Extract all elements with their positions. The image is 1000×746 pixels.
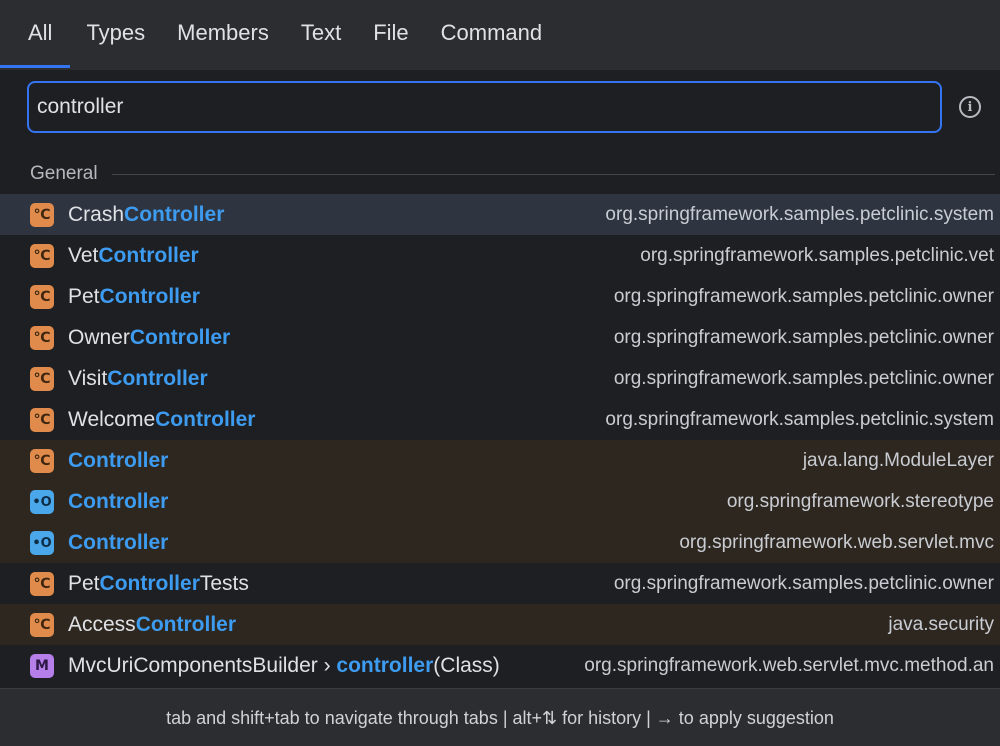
result-row[interactable]: ℃ AccessController java.security [0,604,1000,645]
result-name-match: Controller [68,531,169,554]
result-row[interactable]: ℃ VetController org.springframework.sample… [0,235,1000,276]
result-name-prefix: Pet [68,572,100,595]
method-icon: M [30,654,54,678]
result-name-match: Controller [68,490,169,513]
search-everywhere-popup: All Types Members Text File Command i Ge… [0,0,1000,746]
results-list: ℃ CrashController org.springframework.samp… [0,194,1000,704]
result-name-match: controller [336,654,434,677]
result-name-match: Controller [99,572,200,595]
result-name: VetController [68,235,199,276]
result-name-prefix: Owner [68,326,130,349]
result-name-match: Controller [135,613,237,636]
result-name-prefix: Visit [68,367,108,390]
result-name: Controller [68,440,168,481]
result-row[interactable]: ℃ CrashController org.springframework.samp… [0,194,1000,235]
tab-types[interactable]: Types [70,0,161,68]
section-divider [111,173,995,175]
result-name-match: Controller [124,203,225,226]
result-name: CrashController [68,194,224,235]
annotation-icon: •O [30,490,54,514]
result-row[interactable]: ℃ Controller java.lang.ModuleLayer [0,440,1000,481]
result-name: VisitController [68,358,208,399]
result-name-prefix: Vet [68,244,99,267]
result-name-suffix: Tests [199,572,249,595]
result-name: PetControllerTests [68,563,249,604]
result-name: AccessController [68,604,236,645]
result-row[interactable]: ℃ OwnerController org.springframework.samp… [0,317,1000,358]
result-name-match: Controller [99,285,200,308]
tab-text[interactable]: Text [285,0,357,68]
result-name: MvcUriComponentsBuilder › controller(Cla… [68,645,500,686]
result-row[interactable]: ℃ PetController org.springframework.sample… [0,276,1000,317]
tab-file[interactable]: File [357,0,424,68]
result-name-match: Controller [107,367,208,390]
result-name-match: Controller [155,408,256,431]
info-icon[interactable]: i [959,96,981,118]
result-name: WelcomeController [68,399,255,440]
result-location: org.springframework.samples.petclinic.ve… [640,245,994,266]
result-name-match: Controller [68,449,169,472]
result-location: org.springframework.samples.petclinic.ow… [613,286,994,307]
annotation-icon: •O [30,531,54,555]
class-icon: ℃ [30,244,54,268]
class-icon: ℃ [30,285,54,309]
result-row[interactable]: ℃ WelcomeController org.springframework.sa… [0,399,1000,440]
result-name-prefix: Pet [68,285,100,308]
result-location: org.springframework.web.servlet.mvc.meth… [584,655,994,676]
section-header-general: General [30,160,995,188]
result-row[interactable]: •O Controller org.springframework.web.serv… [0,522,1000,563]
result-location: org.springframework.samples.petclinic.sy… [605,409,994,430]
result-name-prefix: MvcUriComponentsBuilder › [68,654,337,677]
result-row[interactable]: •O Controller org.springframework.stereoty… [0,481,1000,522]
search-field[interactable] [27,81,942,133]
tab-members[interactable]: Members [161,0,285,68]
result-name-prefix: Welcome [68,408,156,431]
search-input[interactable] [37,83,927,131]
result-name: OwnerController [68,317,230,358]
tab-all[interactable]: All [0,0,71,68]
result-name-match: Controller [98,244,199,267]
result-location: org.springframework.samples.petclinic.ow… [613,327,994,348]
footer-hint: tab and shift+tab to navigate through ta… [0,688,1000,746]
tab-command[interactable]: Command [425,0,558,68]
class-icon: ℃ [30,408,54,432]
result-location: org.springframework.samples.petclinic.sy… [605,204,994,225]
footer-hint-text: tab and shift+tab to navigate through ta… [166,707,834,728]
result-location: org.springframework.stereotype [726,491,994,512]
class-icon: ℃ [30,572,54,596]
result-name-prefix: Access [68,613,136,636]
result-row[interactable]: M MvcUriComponentsBuilder › controller(Cl… [0,645,1000,686]
result-row[interactable]: ℃ VisitController org.springframework.samp… [0,358,1000,399]
class-icon: ℃ [30,203,54,227]
class-icon: ℃ [30,613,54,637]
result-name-prefix: Crash [68,203,125,226]
result-location: org.springframework.web.servlet.mvc [679,532,994,553]
class-icon: ℃ [30,367,54,391]
result-name-match: Controller [129,326,231,349]
result-location: org.springframework.samples.petclinic.ow… [613,573,994,594]
result-name: Controller [68,522,168,563]
result-location: org.springframework.samples.petclinic.ow… [613,368,994,389]
result-name: Controller [68,481,168,522]
tab-bar: All Types Members Text File Command [0,0,1000,70]
result-row[interactable]: ℃ PetControllerTests org.springframework.s… [0,563,1000,604]
result-location: java.security [888,614,994,635]
section-label: General [30,163,98,184]
result-location: java.lang.ModuleLayer [802,450,994,471]
result-name-suffix: (Class) [433,654,500,677]
class-icon: ℃ [30,449,54,473]
class-icon: ℃ [30,326,54,350]
result-name: PetController [68,276,200,317]
